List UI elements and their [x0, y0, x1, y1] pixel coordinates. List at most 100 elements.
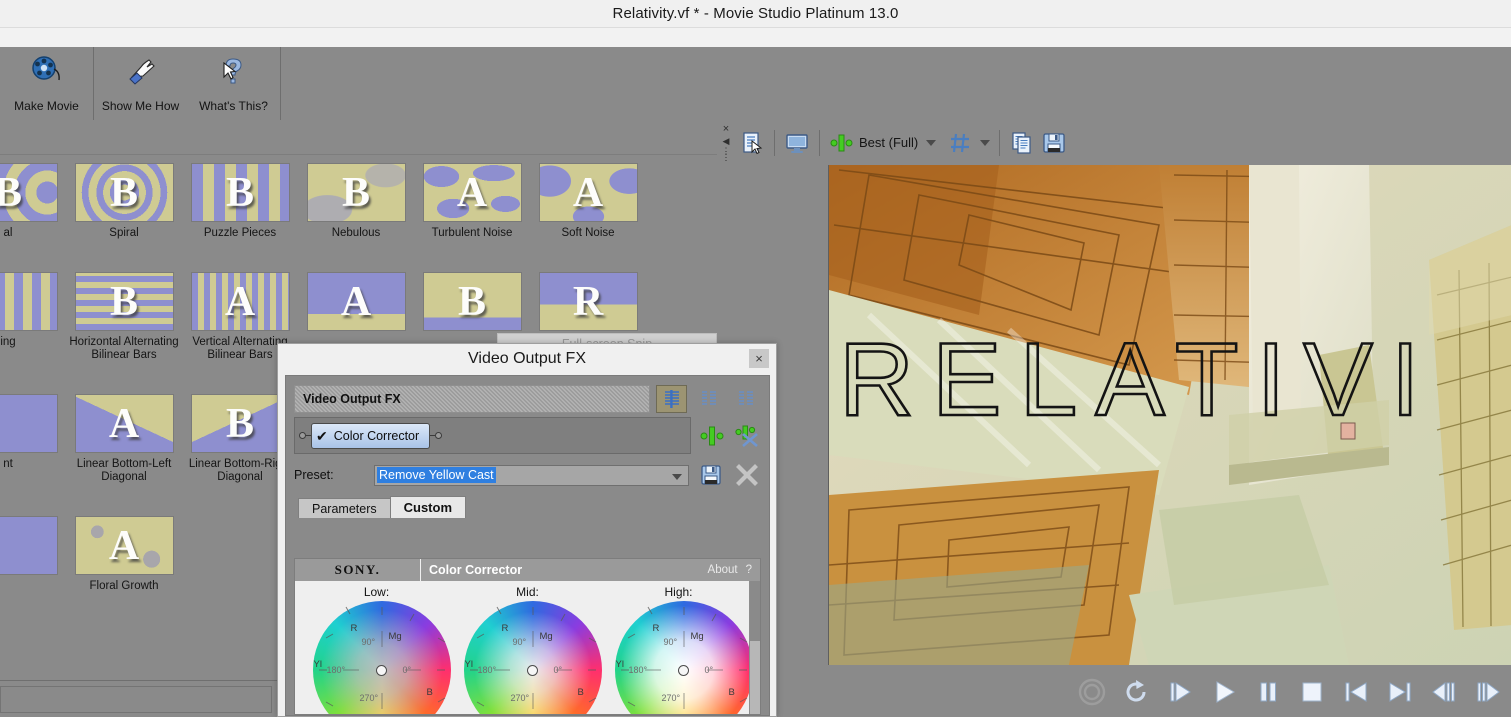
go-to-start-button[interactable]: [1341, 677, 1371, 707]
list-item[interactable]: A Soft Noise: [530, 156, 646, 240]
add-plug-in-icon: [700, 426, 724, 445]
color-wheel-mid-wrap[interactable]: R Mg Yl B G Cy 90° 180° 0° 270°: [458, 601, 602, 714]
copy-snapshot-button[interactable]: [1009, 130, 1035, 156]
wheel-label-b: B: [728, 687, 735, 698]
help-icon[interactable]: ?: [746, 564, 752, 576]
wheel-degree-180: 180°: [326, 665, 346, 675]
thumbnail-image[interactable]: [0, 394, 58, 453]
chain-layout-list-button[interactable]: [693, 385, 724, 413]
about-link[interactable]: About: [708, 564, 738, 576]
thumbnail-image[interactable]: B: [74, 163, 174, 222]
list-item[interactable]: B Horizontal Alternating Bilinear Bars: [66, 265, 182, 362]
pause-button[interactable]: [1253, 677, 1283, 707]
thumbnail-image[interactable]: A: [538, 163, 638, 222]
list-item[interactable]: B Nebulous: [298, 156, 414, 240]
tab-custom[interactable]: Custom: [389, 496, 466, 518]
thumbnail-image[interactable]: B: [422, 272, 522, 331]
add-plugin-button[interactable]: [698, 422, 726, 450]
chevron-down-icon[interactable]: [926, 139, 937, 146]
plugin-panel-scroll-thumb[interactable]: [750, 581, 760, 641]
list-item[interactable]: B al: [0, 156, 66, 240]
list-item[interactable]: A Linear Bottom-Left Diagonal: [66, 387, 182, 484]
checkbox-checked-icon[interactable]: ✔: [316, 429, 328, 443]
project-video-properties-button[interactable]: [739, 130, 765, 156]
thumbnail-image[interactable]: [0, 516, 58, 575]
dialog-body: Video Output FX ✔ Color Corrector Preset…: [285, 375, 770, 716]
list-item[interactable]: [0, 509, 66, 593]
thumbnail-image[interactable]: A: [306, 272, 406, 331]
save-preset-icon: [701, 465, 721, 485]
thumbnail-label: Puzzle Pieces: [203, 227, 277, 239]
record-button[interactable]: [1077, 677, 1107, 707]
list-item[interactable]: A Turbulent Noise: [414, 156, 530, 240]
playback-transport-controls[interactable]: [717, 667, 1511, 717]
wheel-degree-0: 0°: [553, 665, 563, 675]
next-frame-button[interactable]: [1473, 677, 1503, 707]
preset-combo-box[interactable]: Remove Yellow Cast: [374, 464, 689, 486]
fx-chain-header-label: Video Output FX: [303, 391, 401, 406]
previous-frame-button[interactable]: [1429, 677, 1459, 707]
thumbnail-image[interactable]: B: [74, 272, 174, 331]
whats-this-button[interactable]: What's This?: [187, 47, 280, 120]
thumbnail-glyph: A: [340, 278, 372, 325]
copy-snapshot-to-clipboard-icon: [1012, 131, 1031, 154]
pointing-hand-icon: [124, 55, 158, 87]
video-output-fx-dialog[interactable]: Video Output FX × Video Output FX ✔ Colo…: [277, 343, 777, 717]
plugin-tabs[interactable]: Parameters Custom: [294, 496, 761, 518]
color-wheel-high-wrap[interactable]: R Mg Yl B G Cy 90° 180° 0° 270°: [609, 601, 753, 714]
wheel-label-mg: Mg: [539, 631, 553, 642]
delete-preset-button[interactable]: [733, 462, 761, 488]
fx-chain-canvas[interactable]: ✔ Color Corrector: [294, 417, 691, 454]
thumbnail-image[interactable]: A: [190, 272, 290, 331]
thumbnail-image[interactable]: B: [306, 163, 406, 222]
show-me-how-button[interactable]: Show Me How: [94, 47, 187, 120]
list-item[interactable]: A Floral Growth: [66, 509, 182, 593]
list-item[interactable]: B Spiral: [66, 156, 182, 240]
list-item[interactable]: nt: [0, 387, 66, 484]
thumbnail-image[interactable]: R: [538, 272, 638, 331]
play-button[interactable]: [1209, 677, 1239, 707]
make-movie-button[interactable]: Make Movie: [0, 47, 93, 120]
preview-frame-image: RELATIVI: [829, 165, 1511, 665]
grid-overlay-button[interactable]: [948, 131, 972, 155]
step-back-icon: [1432, 682, 1455, 702]
list-item[interactable]: ing: [0, 265, 66, 362]
remove-plugin-button[interactable]: [733, 422, 761, 450]
show-me-how-label: Show Me How: [101, 99, 180, 113]
thumbnail-image[interactable]: A: [422, 163, 522, 222]
save-preset-button[interactable]: [697, 462, 725, 488]
chain-layout-grid-button[interactable]: [730, 385, 761, 413]
tab-custom-label: Custom: [403, 500, 452, 515]
color-wheel-mid-handle[interactable]: [526, 665, 538, 676]
close-icon[interactable]: ×: [749, 349, 769, 368]
plugin-help-group[interactable]: About ?: [707, 559, 760, 581]
color-wheel-low-handle[interactable]: [375, 665, 387, 676]
thumbnail-image[interactable]: A: [74, 394, 174, 453]
plugin-panel-scrollbar[interactable]: [749, 581, 760, 714]
chevron-down-icon[interactable]: [980, 139, 991, 146]
chevron-down-icon[interactable]: [672, 473, 682, 480]
thumbnail-image[interactable]: A: [74, 516, 174, 575]
play-from-start-button[interactable]: [1165, 677, 1195, 707]
plugin-chip-color-corrector[interactable]: ✔ Color Corrector: [311, 422, 431, 449]
browse-pane-footer: [0, 680, 280, 717]
loop-playback-button[interactable]: [1121, 677, 1151, 707]
thumbnail-image[interactable]: [0, 272, 58, 331]
color-wheel-low-wrap[interactable]: R Mg Yl B G Cy 90° 180° 0° 270°: [307, 601, 451, 714]
preview-quality-label[interactable]: Best (Full): [859, 135, 918, 150]
color-wheel-high-handle[interactable]: [677, 665, 689, 676]
thumbnail-image[interactable]: B: [0, 163, 58, 222]
external-monitor-button[interactable]: [784, 130, 810, 156]
chain-layout-vertical-button[interactable]: [656, 384, 687, 413]
preview-quality-button[interactable]: [829, 132, 853, 154]
stop-button[interactable]: [1297, 677, 1327, 707]
thumbnail-image[interactable]: B: [190, 394, 290, 453]
tab-parameters[interactable]: Parameters: [298, 498, 391, 518]
preset-value[interactable]: Remove Yellow Cast: [377, 467, 496, 483]
video-preview-canvas[interactable]: RELATIVI: [828, 165, 1511, 665]
save-snapshot-button[interactable]: [1041, 130, 1067, 156]
tab-parameters-label: Parameters: [312, 501, 377, 516]
thumbnail-image[interactable]: B: [190, 163, 290, 222]
list-item[interactable]: B Puzzle Pieces: [182, 156, 298, 240]
go-to-end-button[interactable]: [1385, 677, 1415, 707]
